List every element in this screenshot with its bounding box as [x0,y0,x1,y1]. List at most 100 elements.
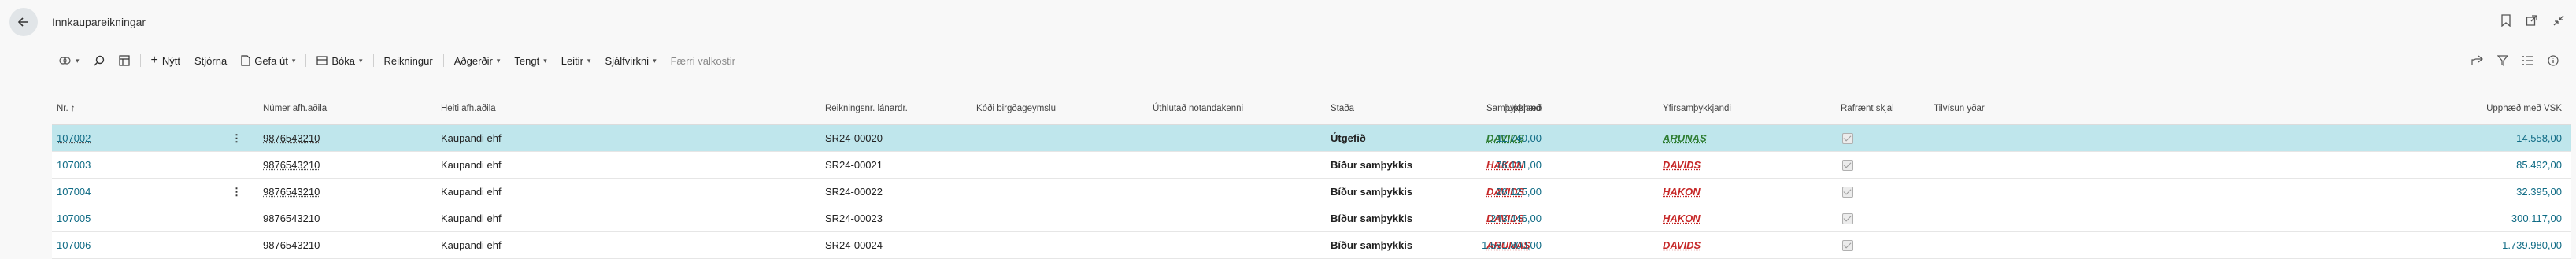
reports-menu[interactable]: Leitir ▾ [554,49,598,72]
table-row[interactable]: 107005 9876543210 Kaupandi ehf SR24-0002… [52,205,2571,232]
fewer-options-button[interactable]: Færri valkostir [664,49,742,72]
row-vendor-no[interactable]: 9876543210 [263,213,320,224]
col-status[interactable]: Staða [1331,104,1354,113]
row-invoice-no: SR24-00022 [825,186,883,198]
post-icon [316,55,328,66]
col-reference[interactable]: Tilvísun yðar [1934,104,1985,113]
row-amount-vat[interactable]: 1.739.980,00 [2502,239,2562,251]
document-icon [241,55,250,66]
row-amount[interactable]: 76.131,00 [1496,159,1542,171]
e-document-checkbox [1842,133,1853,144]
related-menu[interactable]: Tengt ▾ [507,49,553,72]
col-no[interactable]: Nr. ↑ [57,104,76,113]
row-amount-vat[interactable]: 32.395,00 [2516,186,2562,198]
issue-label: Gefa út [254,55,288,67]
automate-menu[interactable]: Sjálfvirkni ▾ [598,49,663,72]
row-no[interactable]: 107006 [57,239,91,251]
list-view-icon[interactable] [2522,56,2533,65]
invoice-label: Reikningur [384,55,433,67]
e-document-checkbox [1842,187,1853,198]
row-vendor-name: Kaupandi ehf [441,239,502,251]
col-vendor-no[interactable]: Númer afh.aðila [263,104,327,113]
arrow-left-icon [17,16,30,28]
bookmark-icon[interactable] [2500,14,2511,27]
e-document-checkbox [1842,213,1853,224]
row-invoice-no: SR24-00024 [825,239,883,251]
row-super-approver[interactable]: HAKON [1663,213,1701,224]
row-menu-icon[interactable]: ⋮ [231,132,242,145]
row-amount[interactable]: 26.125,00 [1496,186,1542,198]
row-amount[interactable]: 1.581.800,00 [1482,239,1542,251]
row-amount-vat[interactable]: 85.492,00 [2516,159,2562,171]
row-amount-vat[interactable]: 300.117,00 [2511,213,2562,224]
row-no[interactable]: 107004 [57,186,91,198]
divider [373,54,374,67]
row-status: Bíður samþykkis [1331,186,1412,198]
manage-button[interactable]: Stjórna [187,49,234,72]
automate-label: Sjálfvirkni [605,55,649,67]
row-vendor-name: Kaupandi ehf [441,132,502,144]
col-amount[interactable]: Upphæð [1507,104,1542,113]
search-button[interactable] [87,49,112,72]
row-amount[interactable]: 11.740,00 [1497,132,1542,144]
divider [140,54,141,67]
collapse-icon[interactable] [2552,14,2565,27]
new-label: Nýtt [162,55,180,67]
row-vendor-no[interactable]: 9876543210 [263,239,320,251]
row-amount[interactable]: 243.446,00 [1490,213,1542,224]
view-options-button[interactable]: ▾ [52,49,87,72]
chevron-down-icon: ▾ [587,57,591,65]
row-invoice-no: SR24-00023 [825,213,883,224]
actions-menu[interactable]: Aðgerðir ▾ [447,49,508,72]
issue-button[interactable]: Gefa út ▾ [234,49,302,72]
row-amount-vat[interactable]: 14.558,00 [2516,132,2562,144]
new-button[interactable]: + Nýtt [144,49,187,72]
chevron-down-icon: ▾ [76,57,80,65]
col-location[interactable]: Kóði birgðageymslu [976,104,1056,113]
col-amount-vat[interactable]: Upphæð með VSK [2486,104,2562,113]
row-vendor-no[interactable]: 9876543210 [263,186,320,198]
share-icon[interactable] [2471,55,2483,66]
row-super-approver[interactable]: DAVIDS [1663,159,1701,171]
table-row[interactable]: 107002 ⋮ 9876543210 Kaupandi ehf SR24-00… [52,125,2571,152]
page-title: Innkaupareikningar [52,16,146,28]
row-super-approver[interactable]: ARUNAS [1663,132,1707,144]
table-analyze-icon [119,55,130,66]
row-vendor-no[interactable]: 9876543210 [263,159,320,171]
row-status: Bíður samþykkis [1331,239,1412,251]
open-new-window-icon[interactable] [2526,14,2538,27]
view-icon [59,55,72,66]
col-vendor-name[interactable]: Heiti afh.aðila [441,104,496,113]
chevron-down-icon: ▾ [497,57,501,65]
table-row[interactable]: 107003 9876543210 Kaupandi ehf SR24-0002… [52,152,2571,179]
manage-label: Stjórna [194,55,227,67]
back-button[interactable] [9,8,38,36]
col-assigned-user[interactable]: Úthlutað notandakenni [1153,104,1243,113]
post-button[interactable]: Bóka ▾ [309,49,369,72]
row-super-approver[interactable]: DAVIDS [1663,239,1701,251]
analyze-button[interactable] [112,49,137,72]
plus-icon: + [151,54,158,68]
row-vendor-name: Kaupandi ehf [441,159,502,171]
row-super-approver[interactable]: HAKON [1663,186,1701,198]
row-vendor-no[interactable]: 9876543210 [263,132,320,144]
row-menu-icon[interactable]: ⋮ [231,186,242,198]
row-no[interactable]: 107003 [57,159,91,171]
invoice-button[interactable]: Reikningur [377,49,440,72]
fewer-options-label: Færri valkostir [671,55,735,67]
post-label: Bóka [331,55,355,67]
row-no[interactable]: 107002 [57,132,91,144]
col-e-document[interactable]: Rafrænt skjal [1841,104,1894,113]
col-super-approver[interactable]: Yfirsamþykkjandi [1663,104,1731,113]
row-no[interactable]: 107005 [57,213,91,224]
col-invoice-no[interactable]: Reikningsnr. lánardr. [825,104,908,113]
chevron-down-icon: ▾ [292,57,296,65]
filter-icon[interactable] [2497,55,2508,66]
row-invoice-no: SR24-00021 [825,159,883,171]
row-vendor-name: Kaupandi ehf [441,186,502,198]
info-icon[interactable] [2548,55,2559,66]
table-row[interactable]: 107006 9876543210 Kaupandi ehf SR24-0002… [52,232,2571,259]
table-row[interactable]: 107004 ⋮ 9876543210 Kaupandi ehf SR24-00… [52,179,2571,205]
reports-label: Leitir [561,55,583,67]
row-status: Bíður samþykkis [1331,213,1412,224]
